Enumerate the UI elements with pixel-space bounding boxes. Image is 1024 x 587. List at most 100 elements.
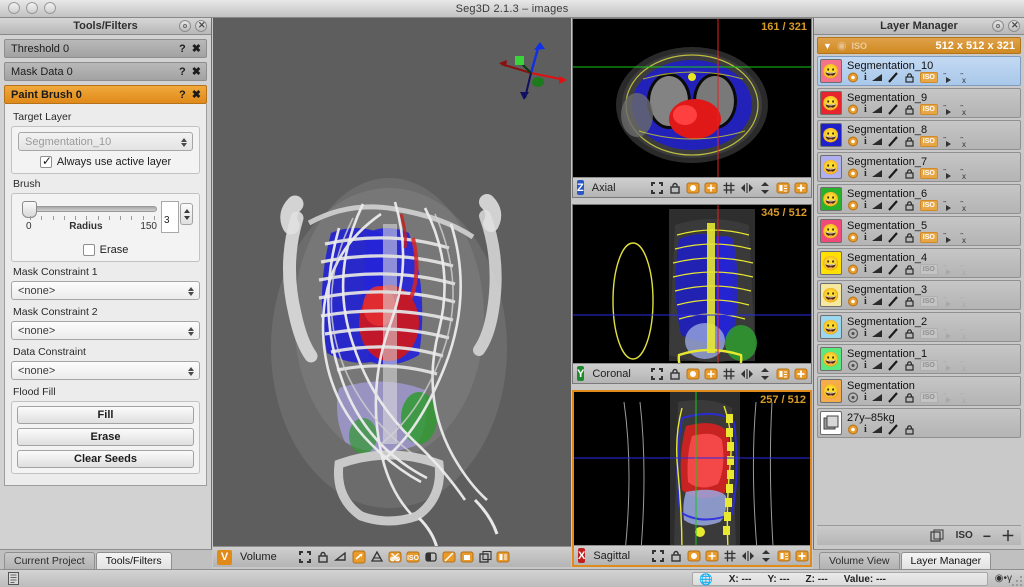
document-icon[interactable] (8, 572, 19, 585)
iso-delete-icon[interactable]: “” x (960, 136, 972, 147)
layer-row[interactable]: 😀 Segmentation_10 i ISO “” “” x (817, 56, 1021, 86)
footer-iso-label[interactable]: ISO (956, 530, 973, 541)
info-icon[interactable]: i (864, 328, 867, 339)
mask-constraint-2-select[interactable]: <none> (11, 321, 200, 340)
fog-icon[interactable] (370, 550, 384, 564)
clipping-icon[interactable] (334, 550, 348, 564)
tools-panel-detach-icon[interactable] (179, 20, 191, 32)
layer-row[interactable]: 😀 Segmentation_6 i ISO “” “” x (817, 184, 1021, 214)
iso-show-icon[interactable]: “” (943, 360, 955, 371)
iso-show-icon[interactable]: “” (943, 72, 955, 83)
lock-icon[interactable] (904, 232, 915, 243)
color-icon[interactable] (686, 181, 700, 195)
fullscreen-icon[interactable] (651, 549, 665, 563)
layer-row[interactable]: 😀 Segmentation_9 i ISO “” “” x (817, 88, 1021, 118)
brush-icon[interactable] (887, 392, 899, 403)
visibility-icon[interactable] (847, 168, 859, 179)
iso-surface-icon[interactable]: ISO (919, 72, 938, 83)
brush-icon[interactable] (887, 168, 899, 179)
brush-icon[interactable] (887, 136, 899, 147)
grid-icon[interactable] (722, 181, 736, 195)
data-layer-thumbnail[interactable] (820, 411, 842, 435)
brush-icon[interactable] (887, 72, 899, 83)
always-use-active-layer-checkbox[interactable] (39, 154, 52, 168)
visibility-icon[interactable] (847, 232, 859, 243)
iso-show-icon[interactable]: “” (943, 168, 955, 179)
iso-show-icon[interactable]: “” (943, 296, 955, 307)
overlay-icon[interactable] (704, 367, 718, 381)
window-close-button[interactable] (8, 2, 20, 14)
flip-horizontal-icon[interactable] (740, 367, 754, 381)
layer-row[interactable]: 😀 Segmentation_5 i ISO “” “” x (817, 216, 1021, 246)
lock-icon[interactable] (669, 549, 683, 563)
info-icon[interactable]: i (864, 264, 867, 275)
overlay-icon[interactable] (705, 549, 719, 563)
info-icon[interactable]: i (864, 168, 867, 179)
clear-seeds-button[interactable]: Clear Seeds (17, 450, 194, 468)
iso-icon[interactable]: ISO (406, 550, 420, 564)
crosshair-icon[interactable] (794, 181, 808, 195)
brush-icon[interactable] (887, 360, 899, 371)
sagittal-canvas[interactable] (574, 392, 810, 565)
layer-color-swatch[interactable]: 😀 (820, 59, 842, 83)
opacity-icon[interactable] (871, 201, 883, 210)
iso-delete-icon[interactable]: “” x (960, 360, 972, 371)
layer-row[interactable]: 😀 Segmentation_4 i ISO “” “” x (817, 248, 1021, 278)
iso-delete-icon[interactable]: “” x (960, 296, 972, 307)
iso-delete-icon[interactable]: “” x (960, 104, 972, 115)
lock-icon[interactable] (904, 264, 915, 275)
flip-vertical-icon[interactable] (758, 181, 772, 195)
opacity-icon[interactable] (871, 393, 883, 402)
tool-header-mask-data[interactable]: Mask Data 0 ? ✖ (4, 62, 207, 81)
info-icon[interactable]: i (864, 104, 867, 115)
layer-row[interactable]: 😀 Segmentation_7 i ISO “” “” x (817, 152, 1021, 182)
light-icon[interactable] (460, 550, 474, 564)
opacity-icon[interactable] (871, 425, 883, 434)
info-icon[interactable]: i (864, 360, 867, 371)
always-use-active-layer-row[interactable]: Always use active layer (18, 154, 193, 168)
scissors-icon[interactable] (388, 550, 402, 564)
axial-viewport[interactable]: 161 / 321 Z Axial (572, 18, 812, 198)
lock-icon[interactable] (904, 360, 915, 371)
opacity-icon[interactable] (871, 137, 883, 146)
layer-row[interactable]: 😀 Segmentation_8 i ISO “” “” x (817, 120, 1021, 150)
iso-show-icon[interactable]: “” (943, 328, 955, 339)
invert-icon[interactable] (424, 550, 438, 564)
fullscreen-icon[interactable] (650, 181, 664, 195)
layer-color-swatch[interactable]: 😀 (820, 219, 842, 243)
fullscreen-icon[interactable] (298, 550, 312, 564)
info-icon[interactable]: i (864, 392, 867, 403)
crosshair-icon[interactable] (794, 367, 808, 381)
iso-delete-icon[interactable]: “” x (960, 264, 972, 275)
coronal-viewport[interactable]: 345 / 512 Y Coronal (572, 204, 812, 384)
coronal-canvas[interactable] (573, 205, 811, 383)
globe-icon[interactable]: 🌐 (699, 573, 713, 586)
brush-icon[interactable] (887, 296, 899, 307)
iso-surface-icon[interactable]: ISO (919, 360, 938, 371)
window-zoom-button[interactable] (44, 2, 56, 14)
lock-icon[interactable] (904, 168, 915, 179)
visibility-icon[interactable] (847, 360, 859, 371)
layer-color-swatch[interactable]: 😀 (820, 187, 842, 211)
iso-delete-icon[interactable]: “” x (960, 72, 972, 83)
tools-panel-header-buttons[interactable] (179, 19, 207, 32)
mask-constraint-1-select[interactable]: <none> (11, 281, 200, 300)
iso-show-icon[interactable]: “” (943, 136, 955, 147)
lock-icon[interactable] (668, 367, 682, 381)
flip-horizontal-icon[interactable] (741, 549, 755, 563)
remove-layer-button[interactable]: − (983, 528, 991, 544)
tool-header-paint-brush[interactable]: Paint Brush 0 ? ✖ (4, 85, 207, 104)
color-icon[interactable] (687, 549, 701, 563)
iso-show-icon[interactable]: “” (943, 200, 955, 211)
window-minimize-button[interactable] (26, 2, 38, 14)
slice-icon[interactable] (442, 550, 456, 564)
tools-panel-close-icon[interactable] (195, 19, 207, 32)
iso-delete-icon[interactable]: “” x (960, 232, 972, 243)
add-layer-button[interactable]: ＋ (1001, 526, 1015, 546)
iso-show-icon[interactable]: “” (943, 264, 955, 275)
iso-surface-icon[interactable]: ISO (919, 296, 938, 307)
picker-icon[interactable] (776, 367, 790, 381)
visibility-icon[interactable] (847, 264, 859, 275)
layer-color-swatch[interactable]: 😀 (820, 347, 842, 371)
volume-3d-viewport[interactable] (213, 18, 571, 549)
